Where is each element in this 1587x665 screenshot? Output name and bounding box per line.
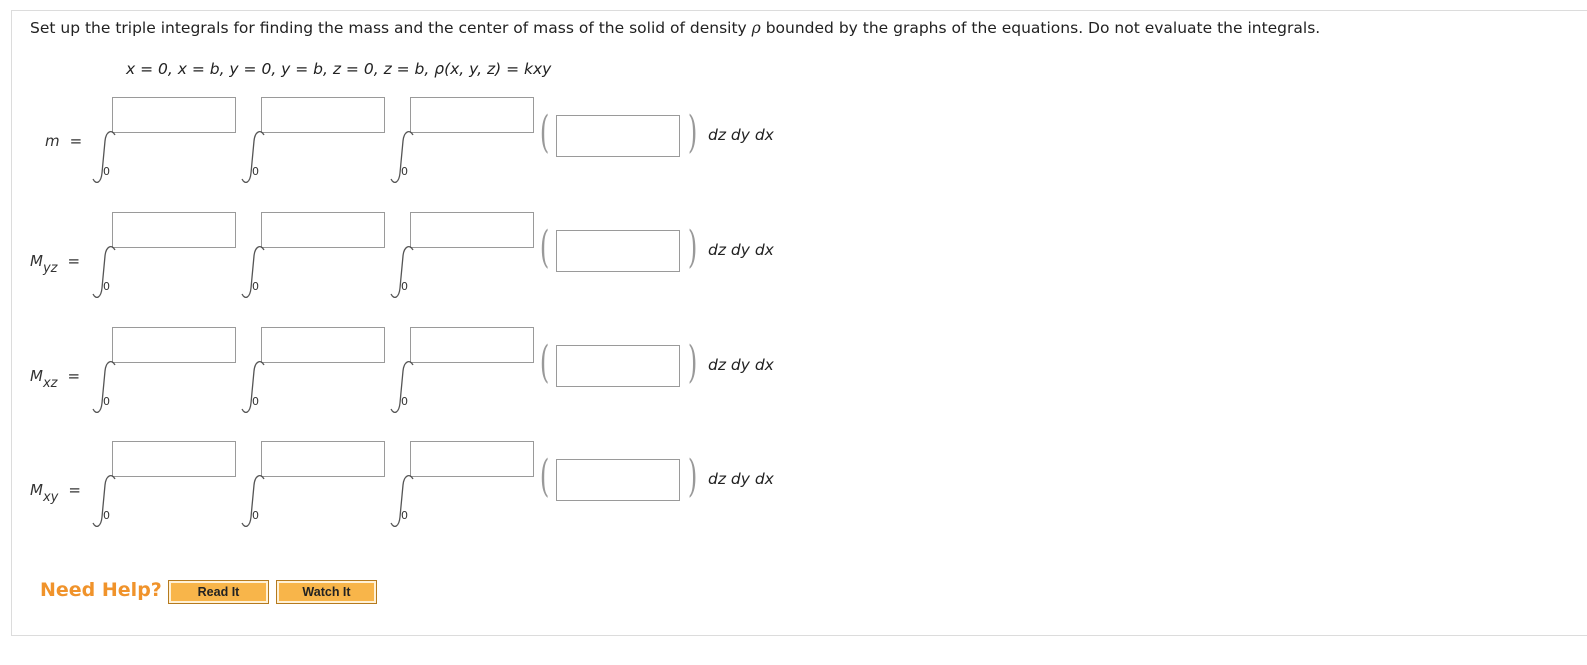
lower-limit: 0 bbox=[103, 280, 110, 293]
integrand-input[interactable] bbox=[556, 345, 680, 387]
row-symbol: M bbox=[30, 481, 43, 499]
row-label: Mxy = bbox=[30, 481, 81, 505]
lower-limit: 0 bbox=[252, 395, 259, 408]
row-subscript: yz bbox=[42, 261, 58, 276]
integral-sign-icon bbox=[241, 127, 291, 207]
equals-sign: = bbox=[67, 252, 81, 270]
differential-label: dz dy dx bbox=[708, 470, 774, 488]
equals-sign: = bbox=[68, 481, 81, 499]
integral-sign-icon bbox=[92, 357, 142, 437]
row-symbol: M bbox=[30, 252, 43, 270]
integral-sign-icon bbox=[241, 471, 291, 551]
row-symbol: m bbox=[45, 132, 60, 150]
row-label: Mxz = bbox=[30, 367, 80, 391]
row-subscript: xz bbox=[42, 376, 58, 391]
lower-limit: 0 bbox=[401, 509, 408, 522]
right-paren-icon: ) bbox=[687, 222, 698, 273]
integral-sign-icon bbox=[92, 471, 142, 551]
integral-sign-icon bbox=[241, 242, 291, 322]
left-paren-icon: ( bbox=[539, 451, 550, 502]
watch-it-button[interactable]: Watch It bbox=[276, 580, 377, 604]
right-paren-icon: ) bbox=[687, 337, 698, 388]
lower-limit: 0 bbox=[401, 165, 408, 178]
integrand-input[interactable] bbox=[556, 115, 680, 157]
lower-limit: 0 bbox=[252, 280, 259, 293]
differential-label: dz dy dx bbox=[708, 126, 774, 144]
left-paren-icon: ( bbox=[539, 107, 550, 158]
integral-sign-icon bbox=[390, 357, 440, 437]
differential-label: dz dy dx bbox=[708, 356, 774, 374]
right-paren-icon: ) bbox=[687, 451, 698, 502]
integral-sign-icon bbox=[390, 471, 440, 551]
equals-sign: = bbox=[69, 132, 83, 150]
integrand-input[interactable] bbox=[556, 230, 680, 272]
integral-sign-icon bbox=[390, 242, 440, 322]
row-symbol: M bbox=[30, 367, 43, 385]
row-label: m = bbox=[45, 132, 82, 150]
differential-label: dz dy dx bbox=[708, 241, 774, 259]
lower-limit: 0 bbox=[252, 165, 259, 178]
lower-limit: 0 bbox=[252, 509, 259, 522]
integral-sign-icon bbox=[390, 127, 440, 207]
left-paren-icon: ( bbox=[539, 222, 550, 273]
integral-row: Mxy = 0 0 0 () dz dy dx bbox=[0, 0, 900, 528]
row-subscript: xy bbox=[42, 490, 59, 505]
lower-limit: 0 bbox=[103, 509, 110, 522]
read-it-button[interactable]: Read It bbox=[168, 580, 269, 604]
integrand-input[interactable] bbox=[556, 459, 680, 501]
lower-limit: 0 bbox=[401, 280, 408, 293]
lower-limit: 0 bbox=[103, 165, 110, 178]
right-paren-icon: ) bbox=[687, 107, 698, 158]
need-help-label: Need Help? bbox=[40, 579, 162, 601]
integral-sign-icon bbox=[92, 242, 142, 322]
left-paren-icon: ( bbox=[539, 337, 550, 388]
integral-sign-icon bbox=[241, 357, 291, 437]
equals-sign: = bbox=[67, 367, 81, 385]
lower-limit: 0 bbox=[401, 395, 408, 408]
lower-limit: 0 bbox=[103, 395, 110, 408]
integral-sign-icon bbox=[92, 127, 142, 207]
row-label: Myz = bbox=[30, 252, 80, 276]
